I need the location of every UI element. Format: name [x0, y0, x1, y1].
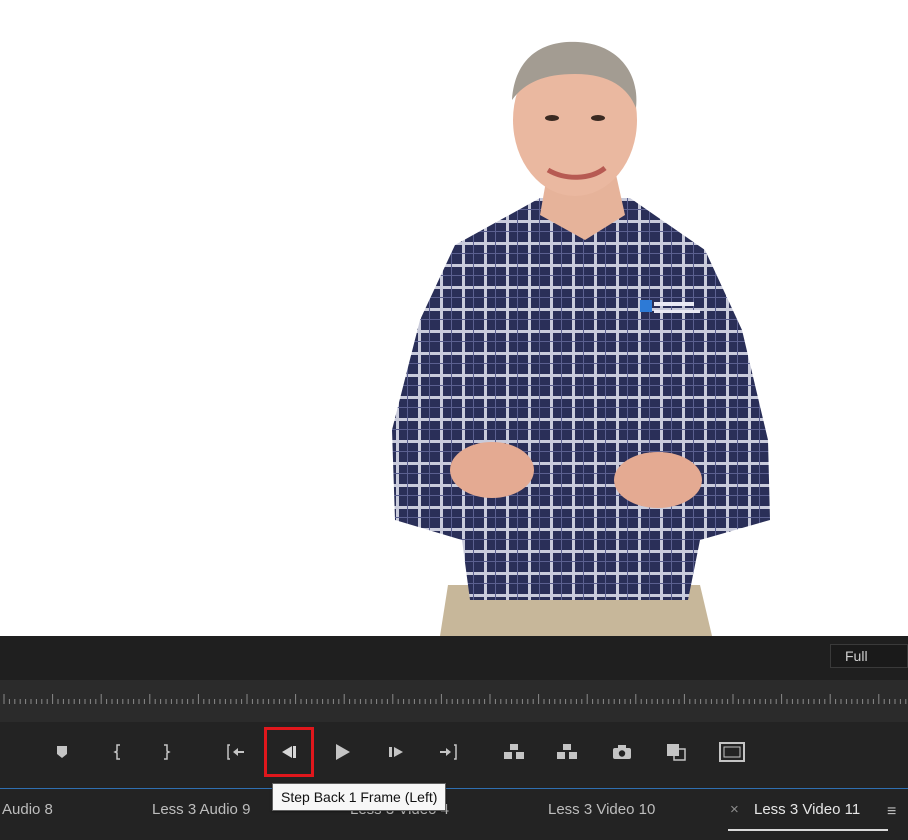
- step-back-button[interactable]: [264, 727, 314, 777]
- camera-icon: [613, 745, 631, 759]
- step-forward-icon: [389, 747, 403, 757]
- tab-less-3-audio-9[interactable]: Less 3 Audio 9: [152, 801, 250, 818]
- tab-close-icon[interactable]: ×: [730, 801, 739, 818]
- comparison-icon: [667, 744, 686, 761]
- sequence-tab-bar: Audio 8 Less 3 Audio 9 Less 3 Video 4 Le…: [0, 789, 908, 840]
- monitor-top-bar: Full: [0, 636, 908, 680]
- mark-out-icon: [164, 744, 171, 760]
- timecode-ruler[interactable]: [0, 680, 908, 722]
- step-forward-button[interactable]: [380, 736, 412, 768]
- tab-less-3-video-11[interactable]: Less 3 Video 11: [754, 801, 860, 818]
- presenter-image: [392, 41, 770, 636]
- tab-audio-8[interactable]: Audio 8: [2, 801, 53, 818]
- go-to-out-icon: [440, 744, 457, 760]
- active-tab-indicator: [728, 829, 888, 831]
- export-frame-button[interactable]: [606, 736, 638, 768]
- mark-out-button[interactable]: [150, 736, 182, 768]
- go-to-in-button[interactable]: [220, 736, 252, 768]
- program-monitor-video-frame: [0, 0, 908, 636]
- go-to-out-button[interactable]: [432, 736, 464, 768]
- add-marker-button[interactable]: [46, 736, 78, 768]
- comparison-view-button[interactable]: [660, 736, 692, 768]
- program-monitor-panel: Full Audio 8 Less 3 Audio 9 Less 3 Video…: [0, 636, 908, 840]
- mark-in-button[interactable]: [102, 736, 134, 768]
- lift-icon: [504, 744, 524, 759]
- safe-margins-button[interactable]: [716, 736, 748, 768]
- extract-icon: [557, 744, 577, 759]
- lift-button[interactable]: [498, 736, 530, 768]
- play-icon: [336, 744, 350, 760]
- mark-in-icon: [113, 744, 120, 760]
- go-to-in-icon: [227, 744, 244, 760]
- step-back-tooltip: Step Back 1 Frame (Left): [272, 783, 447, 811]
- transport-controls: [0, 722, 908, 788]
- zoom-level-select[interactable]: Full: [830, 644, 908, 668]
- panel-menu-icon[interactable]: ≡: [887, 803, 896, 821]
- safe-margins-icon: [719, 742, 745, 762]
- marker-icon: [57, 746, 67, 758]
- step-back-icon: [282, 746, 296, 758]
- extract-button[interactable]: [551, 736, 583, 768]
- tab-less-3-video-10[interactable]: Less 3 Video 10: [548, 801, 655, 818]
- play-button[interactable]: [326, 736, 358, 768]
